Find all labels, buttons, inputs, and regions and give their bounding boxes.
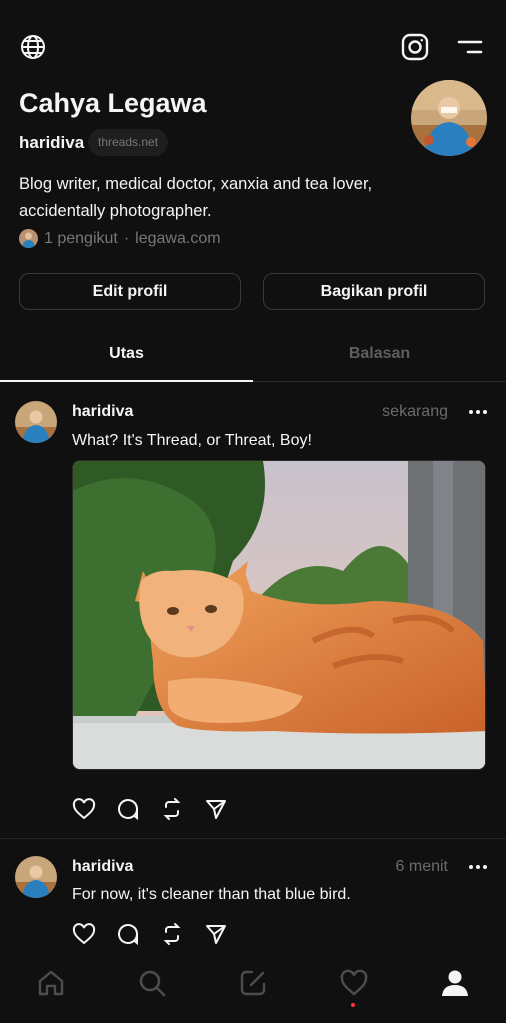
search-icon[interactable] [137, 968, 167, 998]
tab-replies[interactable]: Balasan [253, 345, 506, 363]
follower-avatar[interactable] [19, 229, 38, 248]
profile-icon[interactable] [440, 968, 470, 998]
notification-dot [351, 1003, 355, 1007]
post-actions [72, 922, 228, 946]
repost-icon[interactable] [160, 797, 184, 821]
bio-line: accidentally photographer. [19, 202, 212, 220]
home-icon[interactable] [36, 968, 66, 998]
separator: · [123, 229, 130, 247]
post-time: 6 menit [395, 858, 448, 875]
domain-badge[interactable]: threads.net [88, 129, 169, 156]
post-image[interactable] [72, 460, 486, 770]
comment-icon[interactable] [116, 797, 140, 821]
post-avatar[interactable] [15, 856, 57, 898]
bio-line: Blog writer, medical doctor, xanxia and … [19, 175, 373, 193]
post-text: What? It's Thread, or Threat, Boy! [72, 432, 312, 449]
tab-active-indicator [0, 380, 253, 382]
post-time: sekarang [382, 403, 448, 420]
follower-row: 1 pengikut · legawa.com [19, 229, 221, 248]
compose-icon[interactable] [238, 968, 268, 998]
post-divider [0, 838, 506, 839]
heart-icon[interactable] [72, 922, 96, 946]
profile-name: Cahya Legawa [19, 88, 207, 118]
post-username[interactable]: haridiva [72, 403, 133, 421]
globe-icon[interactable] [20, 34, 46, 60]
post-actions [72, 797, 228, 821]
post-avatar[interactable] [15, 401, 57, 443]
edit-profile-button[interactable]: Edit profil [19, 273, 241, 310]
activity-icon[interactable] [339, 968, 369, 998]
profile-username: haridiva [19, 133, 85, 152]
tab-threads[interactable]: Utas [0, 345, 253, 363]
followers-count[interactable]: 1 pengikut [44, 230, 118, 248]
post-text: For now, it's cleaner than that blue bir… [72, 886, 351, 903]
post-username[interactable]: haridiva [72, 858, 133, 876]
menu-icon[interactable] [456, 38, 484, 56]
bio: Blog writer, medical doctor, xanxia and … [19, 171, 439, 225]
repost-icon[interactable] [160, 922, 184, 946]
heart-icon[interactable] [72, 797, 96, 821]
more-options-icon[interactable] [469, 410, 487, 414]
share-profile-button[interactable]: Bagikan profil [263, 273, 485, 310]
instagram-icon[interactable] [401, 33, 429, 61]
website-link[interactable]: legawa.com [135, 230, 220, 248]
comment-icon[interactable] [116, 922, 140, 946]
send-icon[interactable] [204, 797, 228, 821]
avatar[interactable] [411, 80, 487, 156]
send-icon[interactable] [204, 922, 228, 946]
more-options-icon[interactable] [469, 865, 487, 869]
